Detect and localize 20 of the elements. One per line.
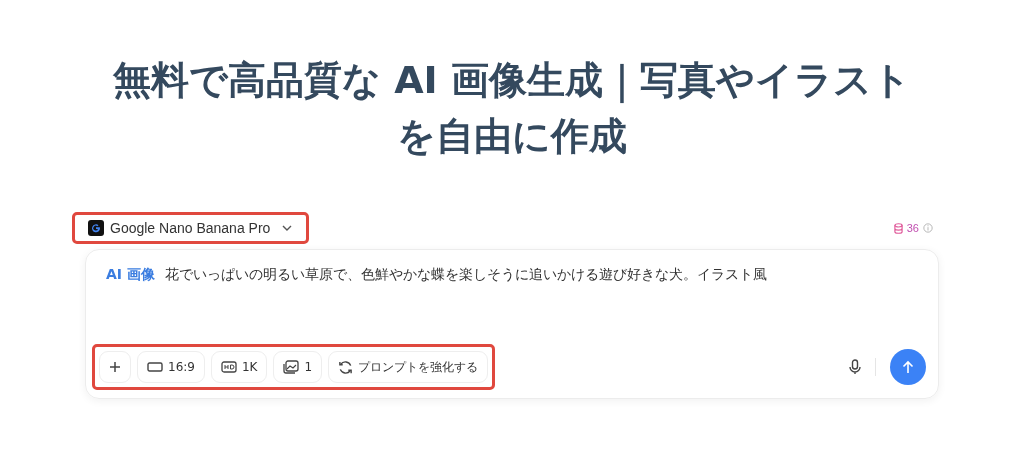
page-title: 無料で高品質な AI 画像生成｜写真やイラストを自由に作成 xyxy=(112,57,912,160)
quality-button[interactable]: 1K xyxy=(210,351,268,383)
arrow-up-icon xyxy=(902,360,914,374)
send-button[interactable] xyxy=(890,349,926,385)
google-logo-icon xyxy=(88,220,104,236)
chevron-down-icon xyxy=(282,225,293,231)
mode-label: AI 画像 xyxy=(106,266,155,284)
microphone-icon[interactable] xyxy=(849,359,861,375)
image-count-button[interactable]: 1 xyxy=(273,351,323,383)
add-button[interactable] xyxy=(99,351,131,383)
model-selector[interactable]: Google Nano Banana Pro xyxy=(72,212,310,244)
aspect-ratio-button[interactable]: 16:9 xyxy=(137,351,205,383)
refresh-icon xyxy=(338,359,354,375)
coins-icon xyxy=(893,222,903,234)
rectangle-icon xyxy=(147,362,163,372)
credit-count: 36 xyxy=(906,222,919,234)
hd-icon xyxy=(220,361,237,373)
images-icon xyxy=(283,360,300,374)
enhance-prompt-button[interactable]: プロンプトを強化する xyxy=(328,351,489,383)
plus-icon xyxy=(109,361,121,373)
